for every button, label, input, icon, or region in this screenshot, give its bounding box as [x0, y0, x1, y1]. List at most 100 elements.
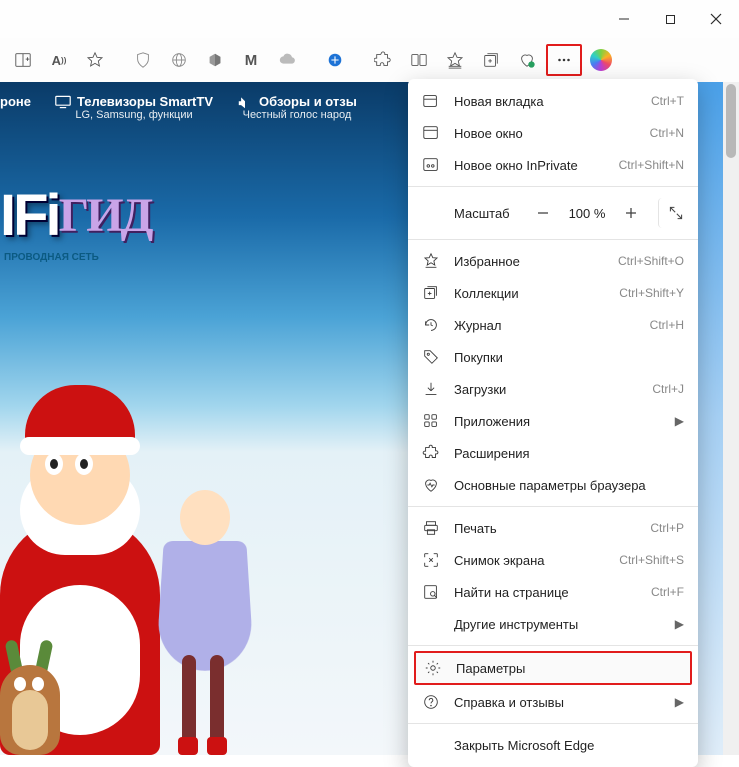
main-menu: Новая вкладка Ctrl+T Новое окно Ctrl+N Н…: [408, 79, 698, 767]
menu-label: Загрузки: [454, 382, 638, 397]
menu-shopping[interactable]: Покупки: [408, 341, 698, 373]
history-icon: [422, 316, 440, 334]
ext-hex-icon[interactable]: [198, 43, 232, 77]
nav-item-reviews[interactable]: Обзоры и отзы Честный голос народ: [237, 94, 357, 121]
menu-label: Основные параметры браузера: [454, 478, 684, 493]
inprivate-icon: [422, 156, 440, 174]
ext-globe-icon[interactable]: [162, 43, 196, 77]
submenu-arrow-icon: ▶: [675, 695, 684, 709]
fullscreen-button[interactable]: [658, 198, 688, 228]
browser-essentials-icon[interactable]: [510, 43, 544, 77]
zoom-row: Масштаб 100 %: [408, 192, 698, 234]
menu-separator: [408, 723, 698, 724]
split-screen-icon[interactable]: [402, 43, 436, 77]
read-aloud-icon[interactable]: A)): [42, 43, 76, 77]
screenshot-icon: [422, 551, 440, 569]
scroll-thumb[interactable]: [726, 84, 736, 158]
menu-separator: [408, 239, 698, 240]
menu-separator: [408, 506, 698, 507]
menu-label: Другие инструменты: [454, 617, 661, 632]
extensions-icon[interactable]: [366, 43, 400, 77]
menu-label: Коллекции: [454, 286, 605, 301]
menu-separator: [408, 645, 698, 646]
menu-help[interactable]: Справка и отзывы ▶: [408, 686, 698, 718]
menu-new-window[interactable]: Новое окно Ctrl+N: [408, 117, 698, 149]
menu-label: Найти на странице: [454, 585, 637, 600]
menu-close-edge[interactable]: Закрыть Microsoft Edge: [408, 729, 698, 761]
new-tab-icon: [422, 92, 440, 110]
ext-cloud-icon[interactable]: [270, 43, 304, 77]
gear-icon: [424, 659, 442, 677]
pulse-icon: [422, 476, 440, 494]
menu-label: Справка и отзывы: [454, 695, 661, 710]
zoom-in-button[interactable]: [616, 198, 646, 228]
nav-item-smarttv[interactable]: Телевизоры SmartTV LG, Samsung, функции: [55, 94, 213, 121]
zoom-value: 100 %: [566, 206, 608, 221]
menu-screenshot[interactable]: Снимок экрана Ctrl+Shift+S: [408, 544, 698, 576]
collections-icon: [422, 284, 440, 302]
nav-label: Обзоры и отзы: [259, 94, 357, 109]
vertical-scrollbar[interactable]: [723, 82, 739, 755]
menu-inprivate[interactable]: Новое окно InPrivate Ctrl+Shift+N: [408, 149, 698, 181]
menu-shortcut: Ctrl+Shift+Y: [619, 286, 684, 300]
maximize-button[interactable]: [647, 0, 693, 38]
favorite-star-icon[interactable]: [78, 43, 112, 77]
menu-favorites[interactable]: Избранное Ctrl+Shift+O: [408, 245, 698, 277]
menu-apps[interactable]: Приложения ▶: [408, 405, 698, 437]
blank-icon: [422, 615, 440, 633]
minimize-button[interactable]: [601, 0, 647, 38]
site-logo-sub: ПРОВОДНАЯ СЕТЬ: [4, 252, 99, 263]
menu-settings[interactable]: Параметры: [414, 651, 692, 685]
menu-new-tab[interactable]: Новая вкладка Ctrl+T: [408, 85, 698, 117]
menu-more-tools[interactable]: Другие инструменты ▶: [408, 608, 698, 640]
menu-label: Новая вкладка: [454, 94, 637, 109]
ext-m-icon[interactable]: M: [234, 43, 268, 77]
menu-history[interactable]: Журнал Ctrl+H: [408, 309, 698, 341]
critter-illustration: [0, 635, 70, 755]
more-menu-button[interactable]: [546, 44, 582, 76]
menu-shortcut: Ctrl+T: [651, 94, 684, 108]
menu-print[interactable]: Печать Ctrl+P: [408, 512, 698, 544]
find-icon: [422, 583, 440, 601]
content-edge: [697, 82, 723, 755]
collections-icon[interactable]: [474, 43, 508, 77]
apps-icon: [422, 412, 440, 430]
menu-extensions[interactable]: Расширения: [408, 437, 698, 469]
menu-shortcut: Ctrl+Shift+O: [618, 254, 684, 268]
star-lines-icon: [422, 252, 440, 270]
menu-label: Печать: [454, 521, 636, 536]
menu-label: Избранное: [454, 254, 604, 269]
menu-find[interactable]: Найти на странице Ctrl+F: [408, 576, 698, 608]
nav-sublabel: Честный голос народ: [243, 109, 352, 121]
favorites-icon[interactable]: [438, 43, 472, 77]
menu-label: Параметры: [456, 661, 682, 676]
menu-label: Новое окно InPrivate: [454, 158, 605, 173]
puzzle-icon: [422, 444, 440, 462]
copilot-icon[interactable]: [590, 49, 612, 71]
menu-separator: [408, 186, 698, 187]
tab-actions-icon[interactable]: [6, 43, 40, 77]
close-window-button[interactable]: [693, 0, 739, 38]
ext-blue-circle-icon[interactable]: [318, 43, 352, 77]
tag-icon: [422, 348, 440, 366]
menu-label: Покупки: [454, 350, 684, 365]
help-icon: [422, 693, 440, 711]
menu-collections[interactable]: Коллекции Ctrl+Shift+Y: [408, 277, 698, 309]
menu-shortcut: Ctrl+J: [652, 382, 684, 396]
menu-shortcut: Ctrl+Shift+N: [619, 158, 684, 172]
menu-label: Закрыть Microsoft Edge: [454, 738, 684, 753]
new-window-icon: [422, 124, 440, 142]
site-logo: IFiГИД: [0, 182, 151, 249]
menu-performance[interactable]: Основные параметры браузера: [408, 469, 698, 501]
menu-downloads[interactable]: Загрузки Ctrl+J: [408, 373, 698, 405]
menu-shortcut: Ctrl+Shift+S: [619, 553, 684, 567]
zoom-out-button[interactable]: [528, 198, 558, 228]
menu-label: Журнал: [454, 318, 636, 333]
menu-shortcut: Ctrl+N: [650, 126, 684, 140]
menu-label: Расширения: [454, 446, 684, 461]
nav-item-1[interactable]: роне: [0, 94, 31, 121]
window-titlebar: [0, 0, 739, 38]
submenu-arrow-icon: ▶: [675, 617, 684, 631]
ext-shield-icon[interactable]: [126, 43, 160, 77]
zoom-label: Масштаб: [422, 206, 520, 221]
